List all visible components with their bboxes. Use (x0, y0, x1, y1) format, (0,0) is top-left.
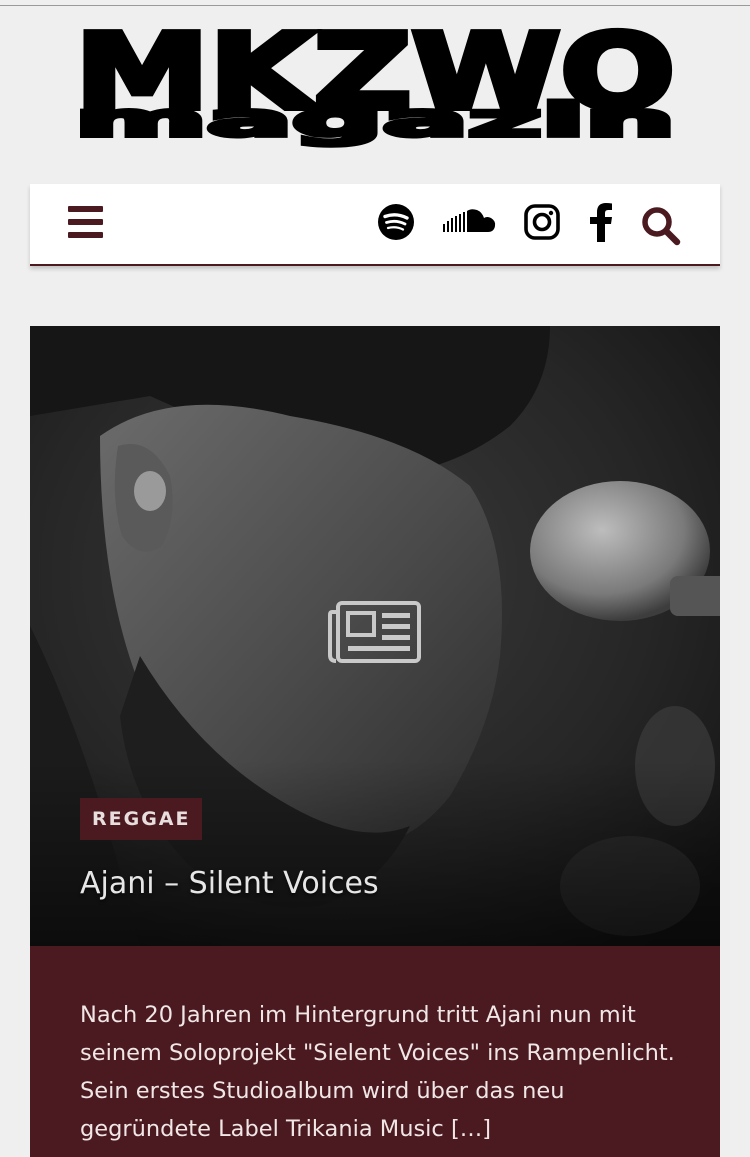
post-card[interactable]: REGGAE Ajani – Silent Voices Nach 20 Jah… (30, 326, 720, 1157)
instagram-icon[interactable] (524, 204, 560, 240)
post-excerpt: Nach 20 Jahren im Hintergrund tritt Ajan… (80, 1002, 675, 1142)
post-excerpt-box: Nach 20 Jahren im Hintergrund tritt Ajan… (30, 946, 720, 1157)
logo-line2: magazin (75, 93, 675, 147)
site-logo[interactable]: MKZWO magazin (72, 16, 678, 148)
main-navbar (30, 184, 720, 266)
soundcloud-icon[interactable] (443, 208, 497, 236)
top-border (0, 0, 750, 6)
search-icon[interactable] (641, 206, 681, 246)
bars-icon[interactable] (68, 206, 106, 240)
facebook-icon[interactable] (588, 202, 614, 242)
category-badge[interactable]: REGGAE (80, 798, 203, 840)
newspaper-icon (328, 600, 422, 664)
post-featured-image[interactable]: REGGAE Ajani – Silent Voices (30, 326, 720, 946)
post-title[interactable]: Ajani – Silent Voices (80, 862, 680, 906)
spotify-icon[interactable] (377, 203, 415, 241)
